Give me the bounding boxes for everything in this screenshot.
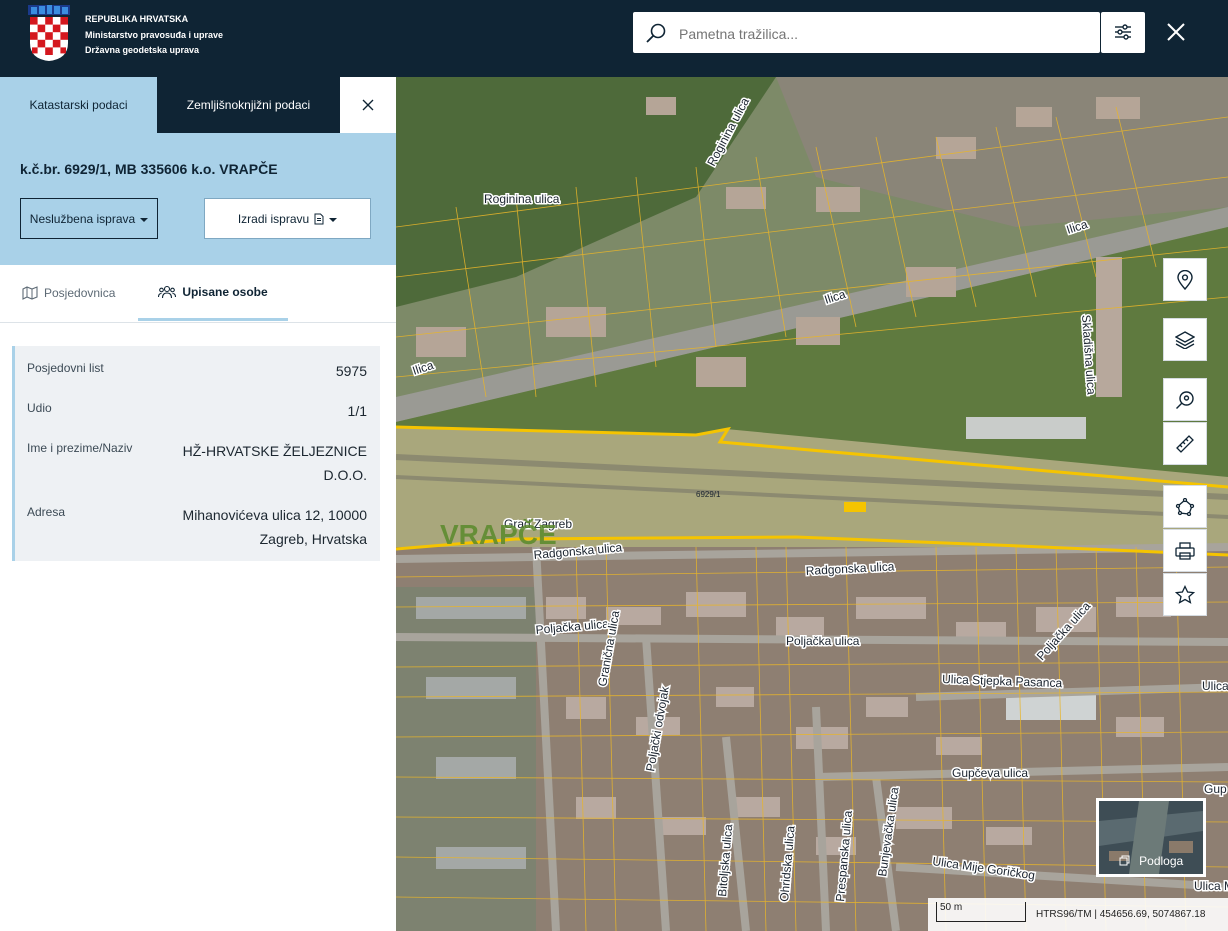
- field-row: Posjedovni list 5975: [27, 361, 367, 391]
- location-button[interactable]: [1163, 258, 1207, 301]
- top-header: REPUBLIKA HRVATSKA Ministarstvo pravosuđ…: [0, 0, 1228, 77]
- field-label: Ime i prezime/Naziv: [27, 441, 133, 455]
- field-row: Adresa Mihanovićeva ulica 12, 10000 Zagr…: [27, 505, 367, 557]
- details-subtabs: Posjedovnica Upisane osobe: [0, 265, 396, 323]
- street-label: Roginina ulica: [484, 192, 560, 206]
- tab-land-registry-data[interactable]: Zemljišnoknjižni podaci: [157, 77, 340, 133]
- measure-button[interactable]: [1163, 422, 1207, 465]
- close-icon: [362, 99, 374, 111]
- button-label: Neslužbena isprava: [29, 211, 136, 226]
- smart-search-box[interactable]: [633, 12, 1100, 55]
- street-label: Ulica S: [1202, 679, 1228, 693]
- search-filter-button[interactable]: [1101, 12, 1145, 53]
- field-row: Udio 1/1: [27, 401, 367, 431]
- parcel-details-panel: Katastarski podaci Zemljišnoknjižni poda…: [0, 77, 396, 931]
- ruler-icon: [1176, 434, 1194, 453]
- print-button[interactable]: [1163, 529, 1207, 572]
- street-label: Poljačka ulica: [786, 634, 860, 648]
- tab-cadastral-data[interactable]: Katastarski podaci: [0, 77, 157, 133]
- field-value: 5975: [335, 363, 367, 379]
- printer-icon: [1175, 541, 1195, 560]
- tab-label: Katastarski podaci: [29, 98, 128, 112]
- create-document-button[interactable]: Izradi ispravu: [204, 198, 371, 239]
- users-icon: [158, 285, 177, 298]
- parcel-number-label: 6929/1: [696, 490, 721, 499]
- star-icon: [1175, 584, 1195, 604]
- basemap-label-row: Podloga: [1099, 854, 1203, 868]
- field-label: Posjedovni list: [27, 361, 104, 375]
- search-location-icon: [1176, 390, 1194, 409]
- coordinates-readout: HTRS96/TM | 454656.69, 5074867.18: [1036, 909, 1206, 920]
- field-label: Udio: [27, 401, 52, 415]
- croatia-coat-of-arms-logo: [28, 5, 70, 61]
- owner-details-card: Posjedovni list 5975 Udio 1/1 Ime i prez…: [12, 346, 380, 561]
- layers-stack-icon: [1119, 855, 1130, 866]
- subtab-registered-persons[interactable]: Upisane osobe: [138, 265, 288, 321]
- field-value: HŽ-HRVATSKE ŽELJEZNICE D.O.O.: [182, 443, 367, 483]
- field-value: 1/1: [347, 403, 367, 419]
- scale-bar: 50 m: [936, 902, 1026, 922]
- close-panel-button[interactable]: [340, 77, 396, 133]
- basemap-switcher[interactable]: Podloga: [1096, 798, 1206, 877]
- button-label: Izradi ispravu: [237, 211, 310, 226]
- scale-label: 50 m: [940, 902, 963, 913]
- street-label: Ulica M: [1194, 879, 1228, 893]
- sliders-icon: [1115, 24, 1131, 40]
- field-label: Adresa: [27, 505, 66, 519]
- panel-tabs: Katastarski podaci Zemljišnoknjižni poda…: [0, 77, 396, 133]
- org-line-2: Ministarstvo pravosuđa i uprave: [85, 29, 224, 40]
- zoom-to-location-button[interactable]: [1163, 378, 1207, 421]
- street-label: Gupčeva ulica: [952, 766, 1028, 780]
- parcel-info-header: k.č.br. 6929/1, MB 335606 k.o. VRAPČE Ne…: [0, 133, 396, 265]
- subtab-label: Upisane osobe: [182, 284, 268, 299]
- search-icon: [646, 23, 666, 43]
- chevron-down-icon: [329, 217, 338, 222]
- basemap-label: Podloga: [1139, 854, 1184, 868]
- layers-button[interactable]: [1163, 318, 1207, 361]
- document-icon: [314, 213, 324, 224]
- org-line-1: REPUBLIKA HRVATSKA: [85, 14, 189, 24]
- search-input[interactable]: [677, 12, 1091, 55]
- unofficial-document-button[interactable]: Neslužbena isprava: [20, 198, 158, 239]
- map-pin-icon: [1177, 269, 1193, 290]
- field-row: Ime i prezime/Naziv HŽ-HRVATSKE ŽELJEZNI…: [27, 441, 367, 493]
- draw-polygon-button[interactable]: [1163, 485, 1207, 528]
- subtab-possession[interactable]: Posjedovnica: [22, 265, 115, 321]
- favorites-button[interactable]: [1163, 573, 1207, 616]
- scale-coordinates-bar: 50 m HTRS96/TM | 454656.69, 5074867.18: [928, 898, 1228, 931]
- subtab-label: Posjedovnica: [44, 286, 116, 300]
- street-label: Gup: [1204, 782, 1227, 796]
- organization-name: REPUBLIKA HRVATSKA Ministarstvo pravosuđ…: [85, 12, 223, 59]
- tab-label: Zemljišnoknjižni podaci: [186, 98, 311, 112]
- field-value: Mihanovićeva ulica 12, 10000 Zagreb, Hrv…: [182, 507, 367, 547]
- chevron-down-icon: [140, 217, 149, 222]
- map-icon: [22, 286, 38, 300]
- close-icon[interactable]: [1160, 16, 1192, 48]
- polygon-icon: [1175, 497, 1195, 516]
- parcel-title: k.č.br. 6929/1, MB 335606 k.o. VRAPČE: [20, 161, 278, 177]
- layers-icon: [1175, 330, 1195, 349]
- org-line-3: Državna geodetska uprava: [85, 45, 200, 55]
- district-label: VRAPČE: [440, 518, 557, 550]
